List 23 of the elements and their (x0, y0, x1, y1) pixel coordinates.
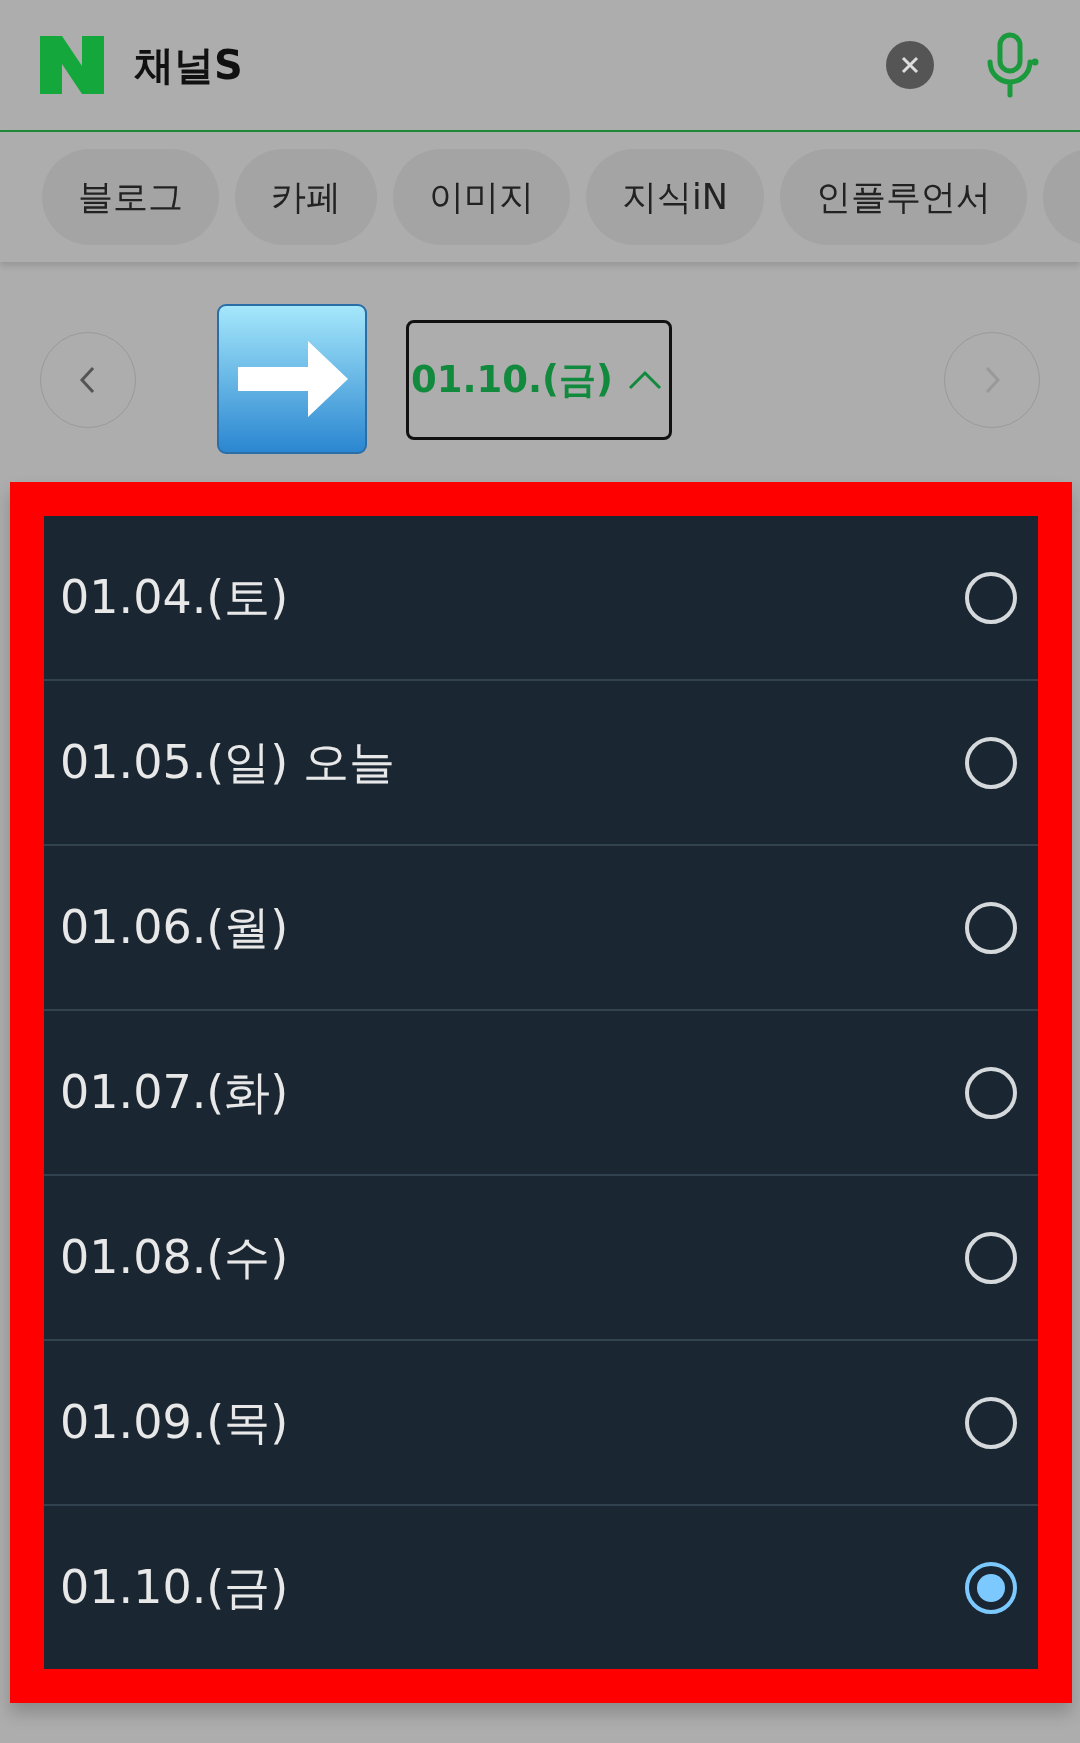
search-field[interactable]: 채널S (134, 37, 856, 93)
date-option[interactable]: 01.04.(토) (60, 566, 289, 629)
radio-button[interactable] (964, 570, 1018, 625)
radio-button[interactable] (964, 1230, 1018, 1285)
radio-button[interactable] (964, 1395, 1018, 1450)
date-option[interactable]: 01.07.(화) (60, 1061, 289, 1124)
date-option[interactable]: 01.10.(금) (60, 1556, 289, 1619)
date-option[interactable]: 01.06.(월) (60, 896, 289, 959)
radio-button[interactable] (964, 735, 1018, 790)
radio-button[interactable] (964, 1065, 1018, 1120)
category-tab[interactable]: 인플루언서 (779, 149, 1027, 245)
category-tab[interactable]: 이미지 (393, 149, 570, 245)
category-tab[interactable]: 카페 (235, 149, 377, 245)
date-option[interactable]: 01.09.(목) (60, 1391, 289, 1454)
clear-button[interactable] (886, 41, 934, 89)
category-tab[interactable]: 블로그 (42, 149, 219, 245)
category-tab[interactable]: 지식iN (586, 149, 764, 245)
date-option[interactable]: 01.08.(수) (60, 1226, 289, 1289)
close-icon (900, 55, 920, 75)
date-option[interactable]: 01.05.(일) 오늘 (60, 731, 395, 794)
radio-selected[interactable] (964, 1560, 1018, 1615)
radio-button[interactable] (964, 900, 1018, 955)
caret-icon (626, 369, 663, 391)
